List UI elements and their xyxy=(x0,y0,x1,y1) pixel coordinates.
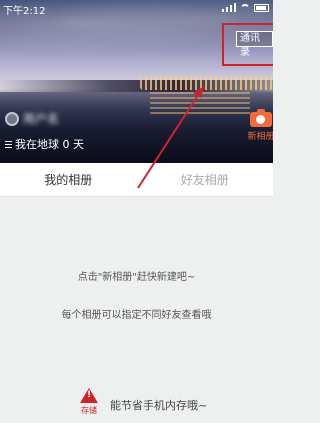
album-tabs: 我的相册 好友相册 xyxy=(0,163,273,197)
empty-hint-share: 每个相册可以指定不同好友查看哦 xyxy=(61,310,212,321)
warning-icon xyxy=(80,388,98,403)
new-album-label: 新相册 xyxy=(247,132,273,142)
status-bar: 下午2:12 xyxy=(0,0,273,17)
storage-text: 能节省手机内存哦~ xyxy=(110,399,208,412)
tab-my-albums[interactable]: 我的相册 xyxy=(0,163,137,196)
camera-icon xyxy=(250,109,272,127)
highlight-box xyxy=(222,23,273,66)
profile-name-row[interactable]: 用户名 xyxy=(5,110,59,127)
status-icons xyxy=(222,3,269,12)
wifi-icon xyxy=(240,3,250,12)
status-time: 下午2:12 xyxy=(3,6,46,17)
profile-days: 我在地球 0 天 xyxy=(15,138,84,151)
menu-icon xyxy=(5,140,12,148)
signal-icon xyxy=(222,3,236,12)
cover-photo[interactable]: 下午2:12 通讯录 用户名 我在地球 0 天 新相册 xyxy=(0,0,273,163)
profile-name: 用户名 xyxy=(23,112,60,126)
cover-city-lights xyxy=(140,76,273,90)
avatar[interactable] xyxy=(5,111,19,126)
storage-badge: 存储 xyxy=(78,388,100,416)
cover-reflection xyxy=(150,92,250,116)
app-screen: 下午2:12 通讯录 用户名 我在地球 0 天 新相册 我的相册 好友相册 点击… xyxy=(0,0,273,423)
empty-hint-create: 点击"新相册"赶快新建吧~ xyxy=(77,272,196,283)
storage-badge-label: 存储 xyxy=(81,406,97,415)
battery-icon xyxy=(254,3,269,12)
profile-days-row: 我在地球 0 天 xyxy=(5,136,84,152)
tab-friend-albums[interactable]: 好友相册 xyxy=(137,163,274,196)
new-album-button[interactable]: 新相册 xyxy=(246,109,273,142)
